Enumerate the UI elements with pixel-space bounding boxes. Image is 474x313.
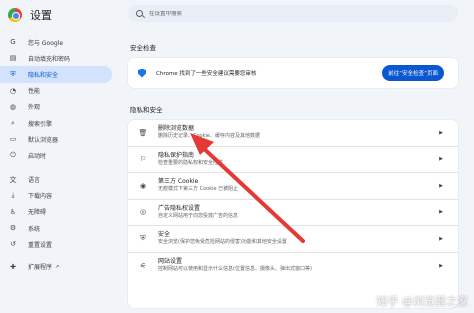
- sidebar-item-label: 重置设置: [28, 241, 53, 249]
- safety-check-message: Chrome 找到了一些安全建议需要您审核: [156, 71, 257, 77]
- sidebar-item-label: 启动时: [28, 152, 47, 160]
- sidebar-item-reset[interactable]: ↺ 重置设置: [0, 236, 118, 252]
- sidebar-item-on-startup[interactable]: ⏻ 启动时: [0, 147, 118, 163]
- reset-icon: ↺: [10, 240, 16, 249]
- sidebar-item-you-and-google[interactable]: G 您与 Google: [0, 34, 118, 50]
- wrench-icon: ⚙: [9, 224, 17, 233]
- translate-icon: 文: [9, 175, 17, 184]
- row-subtitle: 检查重要的隐私权和安全控件: [158, 159, 224, 166]
- privacy-heading: 隐私和安全: [130, 106, 163, 114]
- brand: 设置: [0, 0, 118, 30]
- row-subtitle: 自定义网站用于向您投放广告的信息: [158, 212, 239, 219]
- browser-icon: ▭: [9, 135, 17, 144]
- go-to-safety-check-button[interactable]: 前往“安全检查”页面: [382, 65, 444, 81]
- sidebar-item-privacy[interactable]: ⛨ 隐私和安全: [0, 66, 112, 83]
- sidebar-item-downloads[interactable]: ⤓ 下载内容: [0, 188, 118, 204]
- sidebar-item-label: 您与 Google: [28, 39, 64, 47]
- sliders-icon: ⚟: [139, 261, 147, 270]
- sidebar-item-label: 外观: [28, 104, 41, 112]
- safety-check-card: Chrome 找到了一些安全建议需要您审核 前往“安全检查”页面: [128, 58, 458, 88]
- shield-icon: ⛨: [140, 234, 146, 243]
- privacy-card: 🗑 删除浏览数据 删除历史记录、Cookie、缓存内容及其他数据 ▶ ⚐ 隐私保…: [128, 120, 458, 308]
- sidebar-item-label: 扩展程序: [28, 264, 53, 272]
- sidebar: 设置 G 您与 Google ▤ 自动填充和密码 ⛨ 隐私和安全 ◔ 性能 ◍ …: [0, 0, 118, 313]
- sidebar-item-accessibility[interactable]: ♿ 无障碍: [0, 204, 118, 220]
- chevron-right-icon: ▶: [439, 156, 443, 163]
- puzzle-icon: ✚: [10, 262, 16, 271]
- privacy-guide-icon: ⚐: [139, 155, 147, 164]
- accessibility-icon: ♿: [9, 207, 17, 216]
- sidebar-nav: G 您与 Google ▤ 自动填充和密码 ⛨ 隐私和安全 ◔ 性能 ◍ 外观 …: [0, 34, 118, 275]
- row-privacy-guide[interactable]: ⚐ 隐私保护指南 检查重要的隐私权和安全控件 ▶: [128, 147, 458, 173]
- sidebar-item-performance[interactable]: ◔ 性能: [0, 83, 118, 99]
- row-ad-privacy[interactable]: ◎ 广告隐私权设置 自定义网站用于向您投放广告的信息 ▶: [128, 200, 458, 226]
- sidebar-item-label: 系统: [28, 225, 41, 233]
- row-text: 网站设置 控制网站可以使用和显示什么信息(位置信息、摄像头、弹出式窗口等): [158, 258, 434, 273]
- trash-icon: 🗑: [138, 128, 148, 137]
- external-link-icon: ↗: [55, 263, 60, 270]
- row-title: 隐私保护指南: [158, 151, 195, 159]
- search-box[interactable]: [128, 5, 458, 22]
- google-g-icon: G: [10, 38, 16, 47]
- row-subtitle: 控制网站可以使用和显示什么信息(位置信息、摄像头、弹出式窗口等): [158, 266, 312, 273]
- chevron-right-icon: ▶: [439, 262, 443, 269]
- search-icon: [136, 10, 143, 17]
- speedometer-icon: ◔: [9, 86, 17, 95]
- palette-icon: ◍: [9, 102, 17, 111]
- row-text: 删除浏览数据 删除历史记录、Cookie、缓存内容及其他数据: [158, 125, 434, 140]
- shield-icon: [138, 68, 146, 78]
- page-title: 设置: [30, 9, 52, 22]
- chevron-right-icon: ▶: [439, 129, 443, 136]
- row-subtitle: 无痕模式下第三方 Cookie 已被阻止: [158, 186, 239, 193]
- shield-icon: ⛨: [10, 69, 16, 78]
- power-icon: ⏻: [10, 150, 16, 159]
- download-icon: ⤓: [11, 191, 15, 200]
- sidebar-item-label: 下载内容: [28, 193, 53, 201]
- sidebar-item-languages[interactable]: 文 语言: [0, 172, 118, 188]
- row-text: 第三方 Cookie 无痕模式下第三方 Cookie 已被阻止: [158, 178, 434, 193]
- row-clear-browsing-data[interactable]: 🗑 删除浏览数据 删除历史记录、Cookie、缓存内容及其他数据 ▶: [128, 120, 458, 147]
- row-security[interactable]: ⛨ 安全 安全浏览(保护您免受危险网站的侵害)功能和其他安全设置 ▶: [128, 226, 458, 253]
- sidebar-item-autofill[interactable]: ▤ 自动填充和密码: [0, 50, 118, 66]
- extensions-link: 扩展程序 ↗: [28, 262, 60, 272]
- sidebar-item-default-browser[interactable]: ▭ 默认浏览器: [0, 131, 118, 147]
- sidebar-item-extensions[interactable]: ✚ 扩展程序 ↗: [0, 258, 118, 274]
- cookie-icon: ◉: [139, 181, 147, 190]
- ads-icon: ◎: [139, 208, 147, 217]
- sidebar-item-appearance[interactable]: ◍ 外观: [0, 99, 118, 115]
- sidebar-item-label: 默认浏览器: [28, 136, 59, 144]
- sidebar-item-system[interactable]: ⚙ 系统: [0, 220, 118, 236]
- search-input[interactable]: [149, 10, 429, 17]
- sidebar-item-label: 性能: [28, 88, 41, 96]
- search-icon: ⌕: [11, 118, 15, 127]
- chevron-right-icon: ▶: [439, 182, 443, 189]
- row-text: 广告隐私权设置 自定义网站用于向您投放广告的信息: [158, 205, 434, 220]
- safety-check-heading: 安全检查: [130, 44, 156, 52]
- chevron-right-icon: ▶: [439, 235, 443, 242]
- sidebar-item-label: 语言: [28, 177, 41, 185]
- sidebar-item-label: 自动填充和密码: [28, 55, 71, 63]
- watermark: 知乎 @浏览器之家: [376, 295, 469, 308]
- row-subtitle: 安全浏览(保护您免受危险网站的侵害)功能和其他安全设置: [158, 239, 287, 246]
- row-site-settings[interactable]: ⚟ 网站设置 控制网站可以使用和显示什么信息(位置信息、摄像头、弹出式窗口等) …: [128, 253, 458, 280]
- chrome-logo-icon: [8, 8, 22, 22]
- sidebar-item-search-engine[interactable]: ⌕ 搜索引擎: [0, 115, 118, 131]
- clipboard-icon: ▤: [9, 54, 17, 63]
- row-title: 广告隐私权设置: [158, 204, 201, 212]
- row-text: 隐私保护指南 检查重要的隐私权和安全控件: [158, 152, 434, 167]
- row-text: 安全 安全浏览(保护您免受危险网站的侵害)功能和其他安全设置: [158, 231, 434, 246]
- chevron-right-icon: ▶: [439, 209, 443, 216]
- row-third-party-cookies[interactable]: ◉ 第三方 Cookie 无痕模式下第三方 Cookie 已被阻止 ▶: [128, 173, 458, 200]
- row-subtitle: 删除历史记录、Cookie、缓存内容及其他数据: [158, 133, 260, 140]
- sidebar-item-label: 隐私和安全: [28, 71, 59, 79]
- sidebar-spacer: [0, 164, 118, 172]
- sidebar-item-label: 无障碍: [28, 209, 47, 217]
- sidebar-item-label: 搜索引擎: [28, 120, 53, 128]
